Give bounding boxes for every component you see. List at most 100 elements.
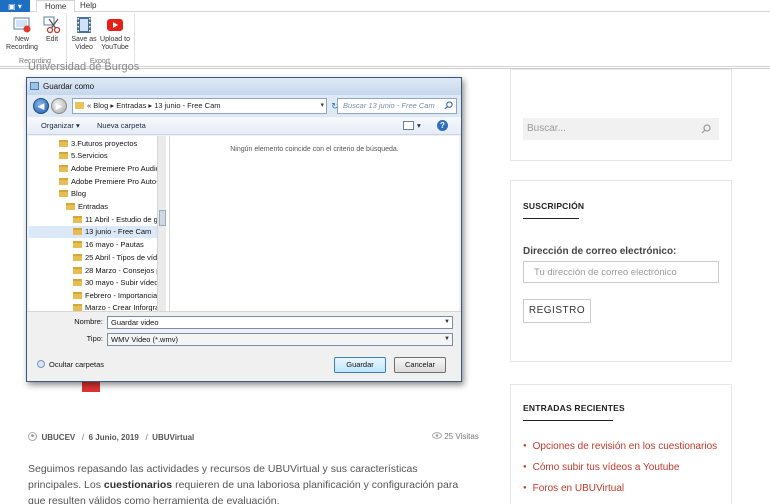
dialog-title: Guardar como: [43, 82, 95, 91]
subscription-title: SUSCRIPCIÓN: [523, 201, 585, 211]
breadcrumb-entradas[interactable]: Entradas: [116, 101, 146, 110]
recent-post-link[interactable]: Opciones de revisión en los cuestionario…: [523, 441, 718, 452]
breadcrumb-separator: ▸: [110, 101, 115, 110]
folder-icon: [73, 292, 82, 299]
filetype-label: Tipo:: [86, 334, 103, 343]
breadcrumb-separator: ▸: [148, 101, 153, 110]
address-prefix: «: [87, 101, 92, 110]
subscription-widget: SUSCRIPCIÓN Dirección de correo electrón…: [510, 180, 732, 362]
folder-tree: 3.Futuros proyectos 5.Servicios Adobe Pr…: [29, 136, 169, 311]
folder-icon: [59, 190, 68, 197]
chevron-down-icon[interactable]: ▼: [444, 334, 450, 345]
empty-results-message: Ningún elemento coincide con el criterio…: [230, 146, 399, 153]
tree-item-label: 25 Abril - Tipos de víde: [85, 253, 162, 262]
folder-icon: [75, 102, 84, 109]
folder-icon: [59, 152, 68, 159]
upload-youtube-label-1: Upload to: [100, 36, 130, 43]
email-field[interactable]: Tu dirección de correo electrónico: [523, 261, 719, 283]
tree-item[interactable]: Blog: [59, 188, 159, 200]
edit-button[interactable]: Edit: [34, 16, 70, 44]
tree-item[interactable]: 5.Servicios: [59, 150, 159, 162]
save-form: Nombre: Guardar video ▼ Tipo: WMV Video …: [27, 311, 461, 351]
dialog-toolbar: Organizar ▾ Nueva carpeta ▾ ?: [27, 117, 461, 135]
search-widget: Buscar...: [510, 69, 732, 161]
tree-item-label: 3.Futuros proyectos: [71, 139, 138, 148]
tree-item[interactable]: 16 mayo - Pautas: [73, 239, 159, 251]
folder-icon: [59, 178, 68, 185]
folder-icon: [73, 267, 82, 274]
recent-posts-title: ENTRADAS RECIENTES: [523, 403, 625, 413]
user-icon: [28, 432, 37, 441]
search-icon[interactable]: [444, 101, 453, 110]
new-recording-icon: [13, 17, 31, 33]
ribbon: New Recording Edit Recording Save as Vid…: [0, 12, 770, 67]
post-date: 6 Junio, 2019: [88, 433, 139, 442]
recent-post-link[interactable]: Foros en UBUVirtual: [523, 483, 625, 494]
visits-count: 25 Visitas: [444, 432, 479, 441]
ribbon-separator: [134, 14, 135, 64]
filename-field[interactable]: Guardar video ▼: [107, 316, 453, 329]
tree-item-selected[interactable]: 13 junio - Free Cam: [29, 226, 159, 238]
address-bar[interactable]: « Blog ▸ Entradas ▸ 13 junio - Free Cam …: [72, 98, 327, 114]
breadcrumb-current[interactable]: 13 junio - Free Cam: [154, 101, 220, 110]
tree-item[interactable]: 30 mayo - Subir vídeo a: [73, 277, 165, 289]
forward-button[interactable]: ▶: [51, 98, 67, 114]
tree-item-label: 30 mayo - Subir vídeo a: [85, 278, 165, 287]
sidebar-search-input[interactable]: Buscar...: [523, 118, 719, 140]
search-icon[interactable]: [701, 124, 711, 134]
register-button[interactable]: REGISTRO: [523, 299, 591, 323]
dialog-title-bar[interactable]: Guardar como: [27, 78, 461, 95]
tree-item-label: Febrero - Importancia d: [85, 291, 164, 300]
tree-item-label: Adobe Premiere Pro Audio: [71, 164, 160, 173]
filename-label: Nombre:: [74, 317, 103, 326]
tree-scrollbar[interactable]: [157, 136, 166, 311]
tree-item[interactable]: Adobe Premiere Pro Auto-: [59, 176, 159, 188]
filetype-select[interactable]: WMV Video (*.wmv) ▼: [107, 333, 453, 346]
breadcrumb-blog[interactable]: Blog: [93, 101, 108, 110]
file-list-pane[interactable]: Ningún elemento coincide con el criterio…: [170, 136, 459, 311]
tree-item[interactable]: Adobe Premiere Pro Audio: [59, 163, 160, 175]
folder-icon: [73, 304, 82, 311]
tree-item-label: Marzo - Crear Inforgraf: [85, 303, 162, 311]
hide-folders-label: Ocultar carpetas: [49, 360, 105, 369]
hide-folders-toggle[interactable]: Ocultar carpetas: [37, 360, 104, 369]
tree-item[interactable]: 11 Abril - Estudio de gr: [73, 214, 160, 226]
sidebar-search-placeholder: Buscar...: [527, 123, 566, 134]
app-menu-button[interactable]: ▣ ▾: [0, 0, 30, 12]
new-folder-button[interactable]: Nueva carpeta: [97, 117, 146, 135]
view-options-icon[interactable]: [403, 121, 414, 130]
save-as-video-label-2: Video: [75, 44, 93, 51]
tree-item[interactable]: Entradas: [66, 201, 159, 213]
folder-icon: [59, 140, 68, 147]
save-button[interactable]: Guardar: [334, 357, 386, 373]
post-body: Seguimos repasando las actividades y rec…: [28, 461, 468, 504]
cancel-button[interactable]: Cancelar: [394, 357, 446, 373]
university-name: Universidad de Burgos: [28, 61, 140, 73]
view-dropdown-icon[interactable]: ▾: [417, 117, 421, 135]
tree-item[interactable]: 28 Marzo - Consejos pa: [73, 265, 165, 277]
chevron-down-icon[interactable]: ▾: [320, 99, 324, 113]
tree-item[interactable]: 25 Abril - Tipos de víde: [73, 252, 162, 264]
dialog-search-input[interactable]: Buscar 13 junio - Free Cam: [337, 98, 457, 114]
new-recording-label-1: New: [14, 36, 29, 43]
tree-item[interactable]: Febrero - Importancia d: [73, 290, 163, 302]
chevron-down-icon[interactable]: ▼: [444, 317, 450, 328]
back-button[interactable]: ◀: [33, 98, 49, 114]
navigation-bar: ◀ ▶ « Blog ▸ Entradas ▸ 13 junio - Free …: [27, 95, 461, 117]
tree-item[interactable]: Marzo - Crear Inforgraf: [73, 302, 162, 311]
film-icon: [77, 17, 91, 33]
tree-item-label: 5.Servicios: [71, 151, 108, 160]
tree-item-label: Entradas: [78, 202, 109, 211]
organize-menu[interactable]: Organizar ▾: [41, 117, 80, 135]
recent-post-link[interactable]: Cómo subir tus vídeos a Youtube: [523, 462, 680, 473]
scrollbar-thumb[interactable]: [159, 210, 166, 226]
tree-item[interactable]: 3.Futuros proyectos: [59, 138, 159, 150]
post-category[interactable]: UBUVirtual: [152, 433, 194, 442]
upload-youtube-button[interactable]: Upload to YouTube: [96, 16, 134, 52]
tab-help[interactable]: Help: [72, 0, 104, 12]
post-author[interactable]: UBUCEV: [41, 433, 75, 442]
email-label: Dirección de correo electrónico:: [523, 246, 677, 257]
filename-value: Guardar video: [111, 318, 159, 327]
tree-item-label: 16 mayo - Pautas: [85, 240, 144, 249]
help-icon[interactable]: ?: [437, 120, 448, 131]
